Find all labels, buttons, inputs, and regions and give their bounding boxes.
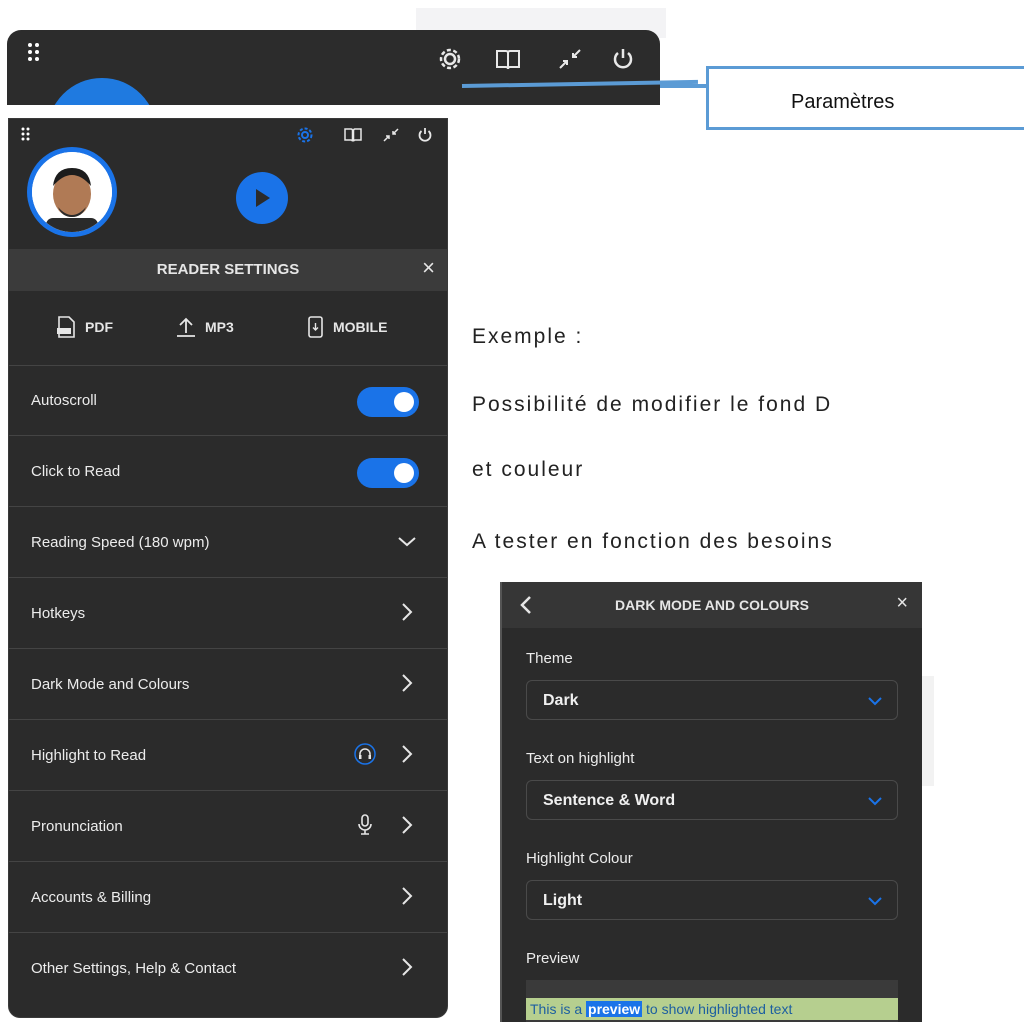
setting-label: Autoscroll (31, 392, 97, 409)
setting-reading-speed[interactable]: Reading Speed (180 wpm) (9, 507, 447, 578)
setting-label: Highlight to Read (31, 747, 147, 764)
example-text-line: A tester en fonction des besoins (472, 530, 834, 553)
preview-highlighted-word: preview (586, 1001, 643, 1017)
callout-connector (660, 84, 706, 88)
close-button[interactable]: × (422, 255, 435, 281)
drag-handle-icon[interactable] (21, 127, 31, 141)
setting-label: Pronunciation (31, 818, 123, 835)
reader-settings-header: READER SETTINGS × (9, 249, 447, 291)
setting-label: Other Settings, Help & Contact (31, 960, 237, 977)
highlight-colour-value: Light (543, 892, 583, 909)
pdf-file-icon (57, 316, 75, 338)
chevron-right-icon[interactable] (395, 813, 419, 837)
gear-icon[interactable] (435, 44, 465, 74)
toggle-knob (394, 392, 414, 412)
chevron-down-icon (868, 797, 882, 806)
play-button[interactable] (236, 172, 288, 224)
gear-icon[interactable] (295, 125, 315, 145)
setting-label: Accounts & Billing (31, 889, 152, 906)
background-strip (922, 676, 934, 786)
dark-mode-title: DARK MODE AND COLOURS (615, 597, 809, 613)
preview-text: This is a preview to show highlighted te… (526, 998, 898, 1020)
highlight-colour-label: Highlight Colour (526, 850, 633, 867)
example-text-line: Possibilité de modifier le fond D (472, 393, 833, 416)
setting-accounts-billing[interactable]: Accounts & Billing (9, 862, 447, 933)
setting-highlight-to-read[interactable]: Highlight to Read (9, 720, 447, 791)
reader-settings-title: READER SETTINGS (156, 261, 300, 278)
setting-label: Click to Read (31, 463, 121, 480)
preview-text-before: This is a (530, 1001, 587, 1017)
chevron-right-icon[interactable] (395, 742, 419, 766)
setting-pronunciation[interactable]: Pronunciation (9, 791, 447, 862)
power-icon[interactable] (608, 44, 638, 74)
chevron-down-icon (868, 897, 882, 906)
text-on-highlight-label: Text on highlight (526, 750, 635, 767)
callout-label: Paramètres (791, 91, 895, 113)
setting-click-to-read[interactable]: Click to Read (9, 436, 447, 507)
highlight-colour-select[interactable]: Light (526, 880, 898, 920)
chevron-right-icon[interactable] (395, 955, 419, 979)
chevron-right-icon[interactable] (395, 671, 419, 695)
chevron-down-icon (868, 697, 882, 706)
close-button[interactable]: × (896, 592, 908, 615)
example-heading: Exemple : (472, 325, 584, 348)
headphones-icon (353, 742, 377, 766)
toolbar-zoomed (7, 30, 660, 105)
export-mobile-label: MOBILE (333, 319, 388, 335)
theme-select[interactable]: Dark (526, 680, 898, 720)
reader-settings-panel: READER SETTINGS × PDF MP3 MOBILE Autoscr… (8, 118, 448, 1018)
export-pdf-label: PDF (85, 319, 113, 335)
autoscroll-toggle[interactable] (357, 387, 419, 417)
book-icon[interactable] (493, 44, 523, 74)
setting-dark-mode[interactable]: Dark Mode and Colours (9, 649, 447, 720)
preview-text-after: to show highlighted text (642, 1001, 793, 1017)
power-icon[interactable] (415, 125, 435, 145)
setting-label: Reading Speed (180 wpm) (31, 534, 210, 551)
toggle-knob (394, 463, 414, 483)
chevron-right-icon[interactable] (395, 884, 419, 908)
example-text-line: et couleur (472, 458, 585, 481)
setting-hotkeys[interactable]: Hotkeys (9, 578, 447, 649)
export-pdf-button[interactable]: PDF (55, 315, 113, 339)
dark-mode-header: DARK MODE AND COLOURS × (502, 582, 922, 628)
voice-avatar[interactable] (27, 147, 117, 237)
mobile-icon (308, 316, 323, 338)
setting-autoscroll[interactable]: Autoscroll (9, 365, 447, 436)
setting-other-settings[interactable]: Other Settings, Help & Contact (9, 933, 447, 1004)
minimize-icon[interactable] (555, 44, 585, 74)
export-mp3-button[interactable]: MP3 (175, 315, 234, 339)
chevron-right-icon[interactable] (395, 600, 419, 624)
play-icon (256, 189, 270, 207)
avatar (47, 78, 157, 105)
click-to-read-toggle[interactable] (357, 458, 419, 488)
export-mp3-label: MP3 (205, 319, 234, 335)
text-on-highlight-select[interactable]: Sentence & Word (526, 780, 898, 820)
upload-icon (177, 317, 195, 337)
minimize-icon[interactable] (381, 125, 401, 145)
setting-label: Dark Mode and Colours (31, 676, 190, 693)
dark-mode-panel: DARK MODE AND COLOURS × Theme Dark Text … (500, 582, 922, 1022)
theme-value: Dark (543, 692, 579, 709)
theme-label: Theme (526, 650, 573, 667)
callout-box: Paramètres (706, 66, 1024, 130)
text-on-highlight-value: Sentence & Word (543, 792, 676, 809)
setting-label: Hotkeys (31, 605, 86, 622)
avatar-image (32, 152, 112, 232)
settings-list: Autoscroll Click to Read Reading Speed (… (9, 365, 447, 1004)
export-mobile-button[interactable]: MOBILE (307, 315, 387, 339)
microphone-icon (353, 813, 377, 837)
chevron-down-icon[interactable] (395, 529, 419, 553)
book-icon[interactable] (343, 125, 363, 145)
export-options: PDF MP3 MOBILE (9, 291, 447, 366)
preview-label: Preview (526, 950, 580, 967)
